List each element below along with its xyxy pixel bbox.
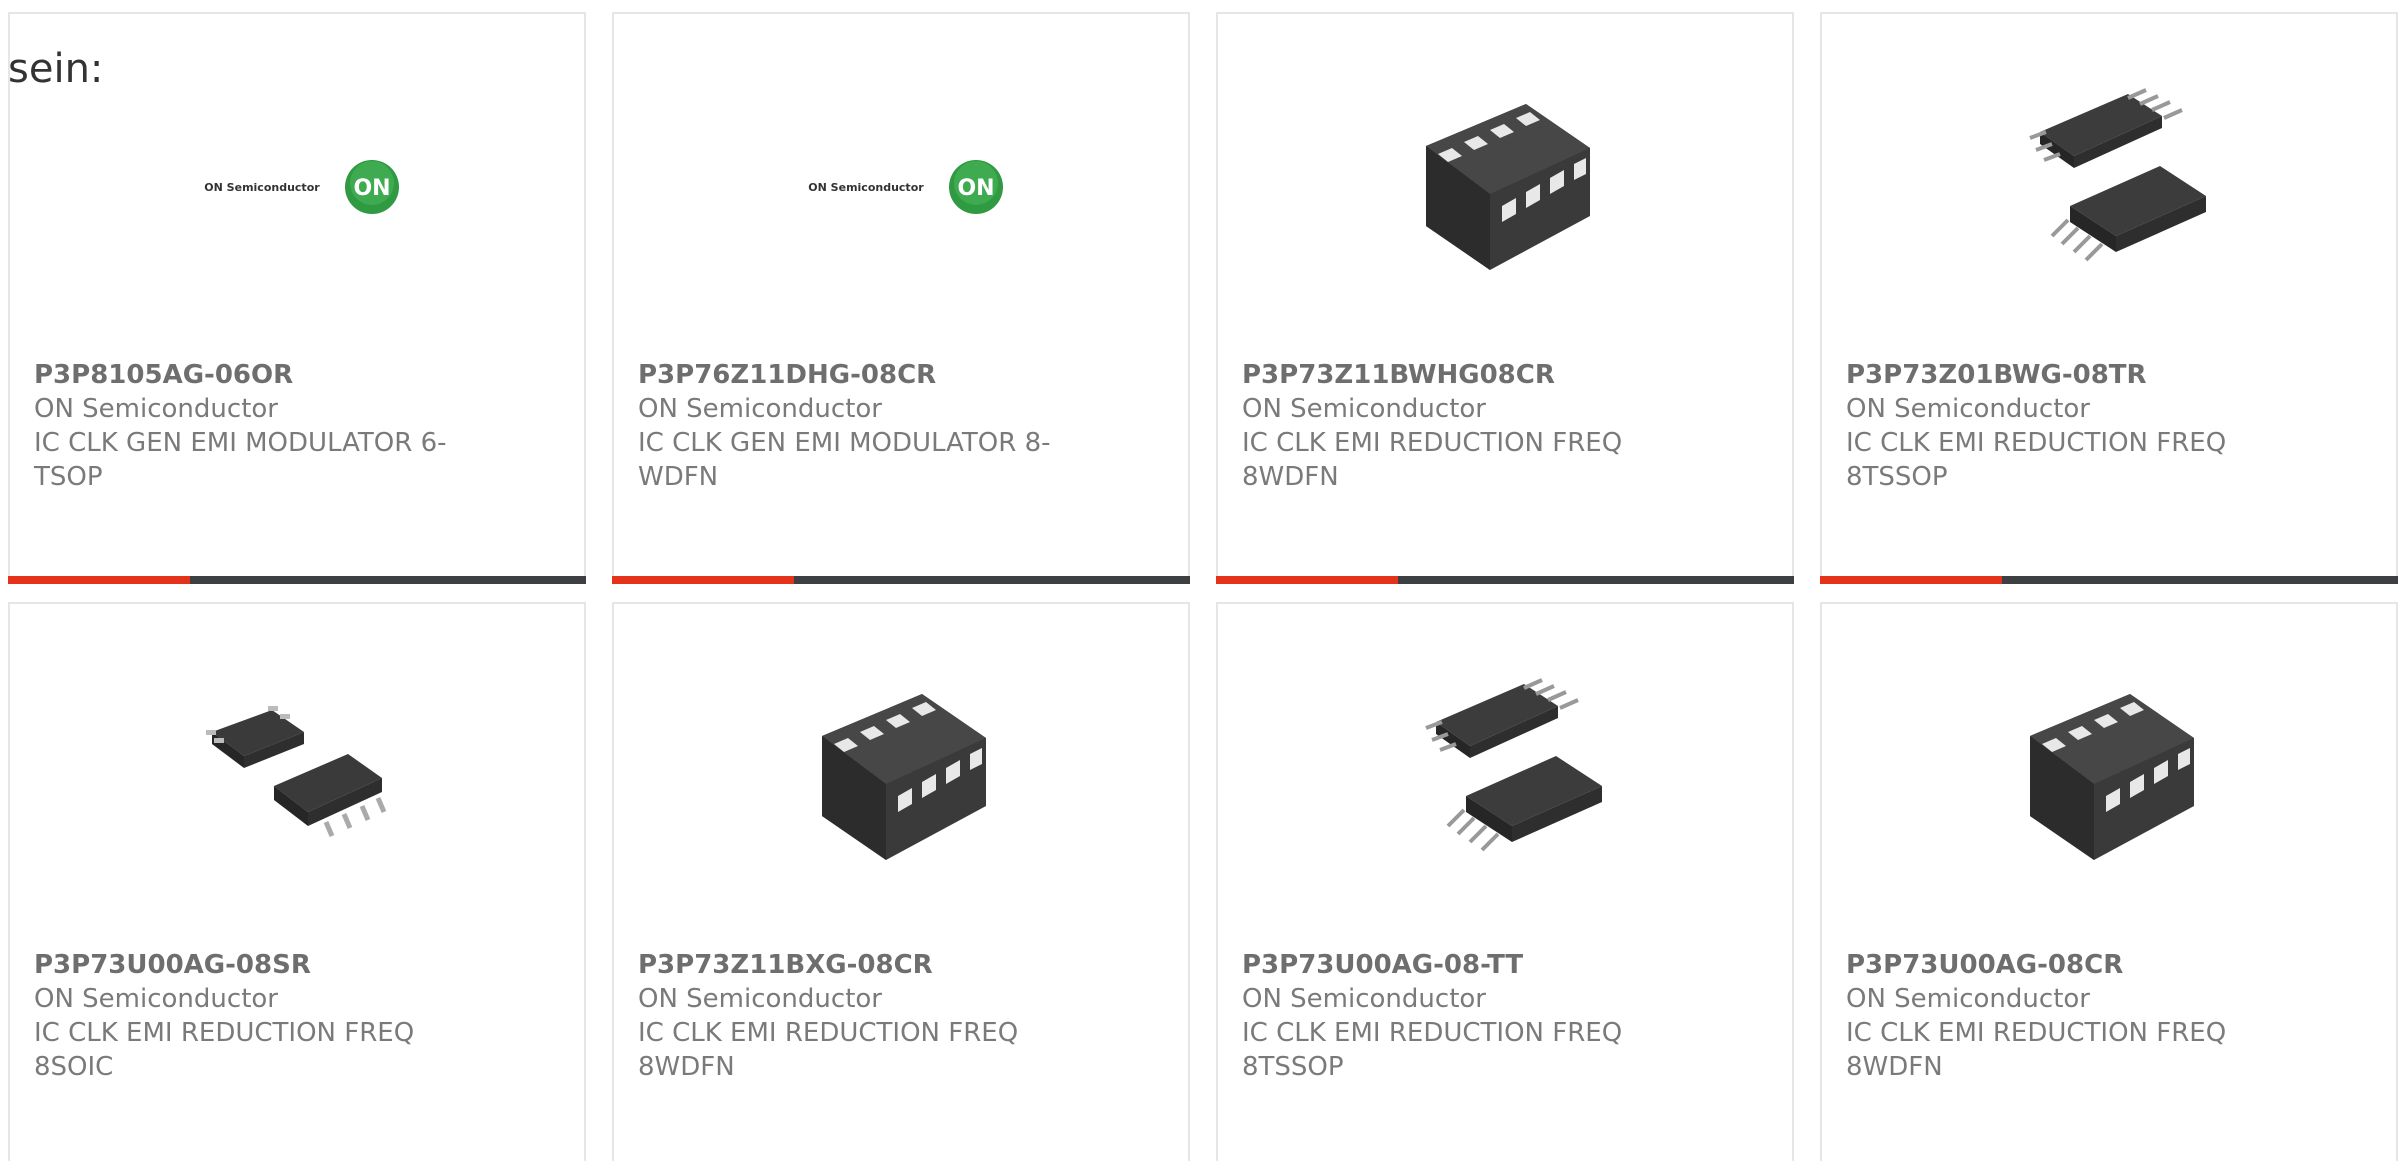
manufacturer: ON Semiconductor [34,394,278,424]
product-card[interactable]: ON Semiconductor ON P3P8105AG-06OR ON Se… [8,12,586,584]
tssop-package-image [1425,678,1602,852]
card-accent-bar [8,576,190,584]
product-grid-page: sein: ON Semiconductor ON P3P8105AG-06OR… [0,0,2400,1161]
card-bottom-bar [1820,576,2398,584]
manufacturer: ON Semiconductor [638,394,882,424]
product-card[interactable]: P3P73Z01BWG-08TR ON Semiconductor IC CLK… [1820,12,2398,584]
product-card[interactable]: P3P73U00AG-08-TT ON Semiconductor IC CLK… [1216,602,1794,1161]
manufacturer: ON Semiconductor [1242,984,1486,1014]
product-image[interactable] [2010,86,2212,288]
card-bottom-bar [612,576,1190,584]
part-number[interactable]: P3P73U00AG-08CR [1846,948,2286,982]
product-image[interactable] [802,676,1004,878]
product-image[interactable] [1406,86,1608,288]
description: IC CLK EMI REDUCTION FREQ 8TSSOP [1242,1018,1623,1082]
product-card[interactable]: P3P73U00AG-08CR ON Semiconductor IC CLK … [1820,602,2398,1161]
part-number[interactable]: P3P76Z11DHG-08CR [638,358,1078,392]
part-number[interactable]: P3P8105AG-06OR [34,358,474,392]
product-info: P3P73Z01BWG-08TR ON Semiconductor IC CLK… [1846,358,2286,494]
product-info: P3P76Z11DHG-08CR ON Semiconductor IC CLK… [638,358,1078,494]
wdfn-package-image [2030,694,2194,860]
svg-text:ON Semiconductor: ON Semiconductor [808,181,924,194]
description: IC CLK EMI REDUCTION FREQ 8WDFN [638,1018,1019,1082]
part-number[interactable]: P3P73U00AG-08-TT [1242,948,1682,982]
product-image[interactable]: ON Semiconductor ON [802,86,1004,288]
svg-text:ON: ON [353,176,390,201]
product-info: P3P73U00AG-08CR ON Semiconductor IC CLK … [1846,948,2286,1084]
product-info: P3P8105AG-06OR ON Semiconductor IC CLK G… [34,358,474,494]
description: IC CLK EMI REDUCTION FREQ 8TSSOP [1846,428,2227,492]
manufacturer: ON Semiconductor [1242,394,1486,424]
part-number[interactable]: P3P73Z11BWHG08CR [1242,358,1682,392]
product-image[interactable] [198,676,400,878]
manufacturer: ON Semiconductor [34,984,278,1014]
svg-text:ON: ON [957,176,994,201]
description: IC CLK GEN EMI MODULATOR 6-TSOP [34,428,447,492]
product-info: P3P73Z11BXG-08CR ON Semiconductor IC CLK… [638,948,1078,1084]
wdfn-package-image [1426,104,1590,270]
lead-text: sein: [8,46,104,92]
card-bottom-bar [8,576,586,584]
tssop-package-image [2029,88,2206,262]
product-info: P3P73U00AG-08SR ON Semiconductor IC CLK … [34,948,474,1084]
product-image[interactable] [2010,676,2212,878]
card-accent-bar [1216,576,1398,584]
part-number[interactable]: P3P73Z01BWG-08TR [1846,358,2286,392]
product-card[interactable]: P3P73U00AG-08SR ON Semiconductor IC CLK … [8,602,586,1161]
soic-package-image [206,706,387,837]
part-number[interactable]: P3P73U00AG-08SR [34,948,474,982]
product-card[interactable]: P3P73Z11BXG-08CR ON Semiconductor IC CLK… [612,602,1190,1161]
product-info: P3P73U00AG-08-TT ON Semiconductor IC CLK… [1242,948,1682,1084]
product-info: P3P73Z11BWHG08CR ON Semiconductor IC CLK… [1242,358,1682,494]
card-bottom-bar [1216,576,1794,584]
product-card[interactable]: P3P73Z11BWHG08CR ON Semiconductor IC CLK… [1216,12,1794,584]
product-image[interactable]: ON Semiconductor ON [198,86,400,288]
manufacturer: ON Semiconductor [638,984,882,1014]
description: IC CLK GEN EMI MODULATOR 8-WDFN [638,428,1051,492]
wdfn-package-image [822,694,986,860]
card-accent-bar [1820,576,2002,584]
product-image[interactable] [1406,676,1608,878]
svg-text:ON Semiconductor: ON Semiconductor [204,181,320,194]
on-semiconductor-logo: ON Semiconductor ON [204,160,399,214]
card-accent-bar [612,576,794,584]
product-card[interactable]: ON Semiconductor ON P3P76Z11DHG-08CR ON … [612,12,1190,584]
description: IC CLK EMI REDUCTION FREQ 8WDFN [1242,428,1623,492]
description: IC CLK EMI REDUCTION FREQ 8SOIC [34,1018,415,1082]
manufacturer: ON Semiconductor [1846,394,2090,424]
description: IC CLK EMI REDUCTION FREQ 8WDFN [1846,1018,2227,1082]
manufacturer: ON Semiconductor [1846,984,2090,1014]
part-number[interactable]: P3P73Z11BXG-08CR [638,948,1078,982]
on-semiconductor-logo: ON Semiconductor ON [808,160,1003,214]
